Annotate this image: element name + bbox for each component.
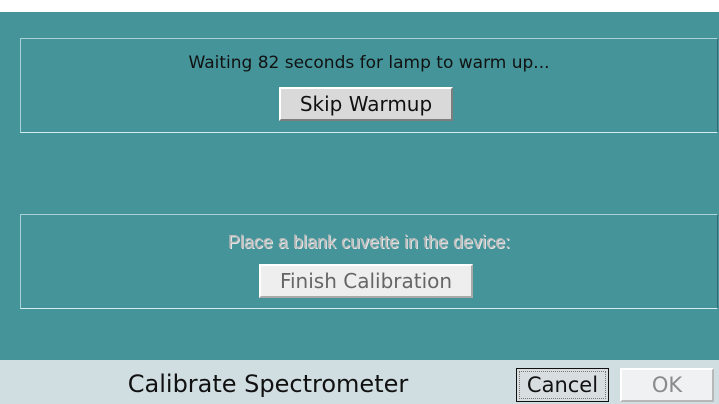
blank-cuvette-message: Place a blank cuvette in the device:	[227, 232, 511, 252]
cancel-button[interactable]: Cancel	[516, 368, 609, 402]
skip-warmup-button[interactable]: Skip Warmup	[279, 87, 453, 121]
finish-calibration-button[interactable]: Finish Calibration	[259, 264, 473, 298]
calibration-main-area: Waiting 82 seconds for lamp to warm up..…	[0, 12, 719, 360]
warmup-panel: Waiting 82 seconds for lamp to warm up..…	[20, 38, 718, 133]
dialog-title: Calibrate Spectrometer	[127, 370, 409, 398]
blank-cuvette-panel: Place a blank cuvette in the device: Fin…	[20, 214, 718, 309]
ok-button[interactable]: OK	[620, 368, 714, 402]
calibration-dialog: Waiting 82 seconds for lamp to warm up..…	[0, 12, 719, 404]
warmup-message: Waiting 82 seconds for lamp to warm up..…	[188, 53, 550, 73]
dialog-footer: Calibrate Spectrometer Cancel OK	[0, 360, 719, 404]
